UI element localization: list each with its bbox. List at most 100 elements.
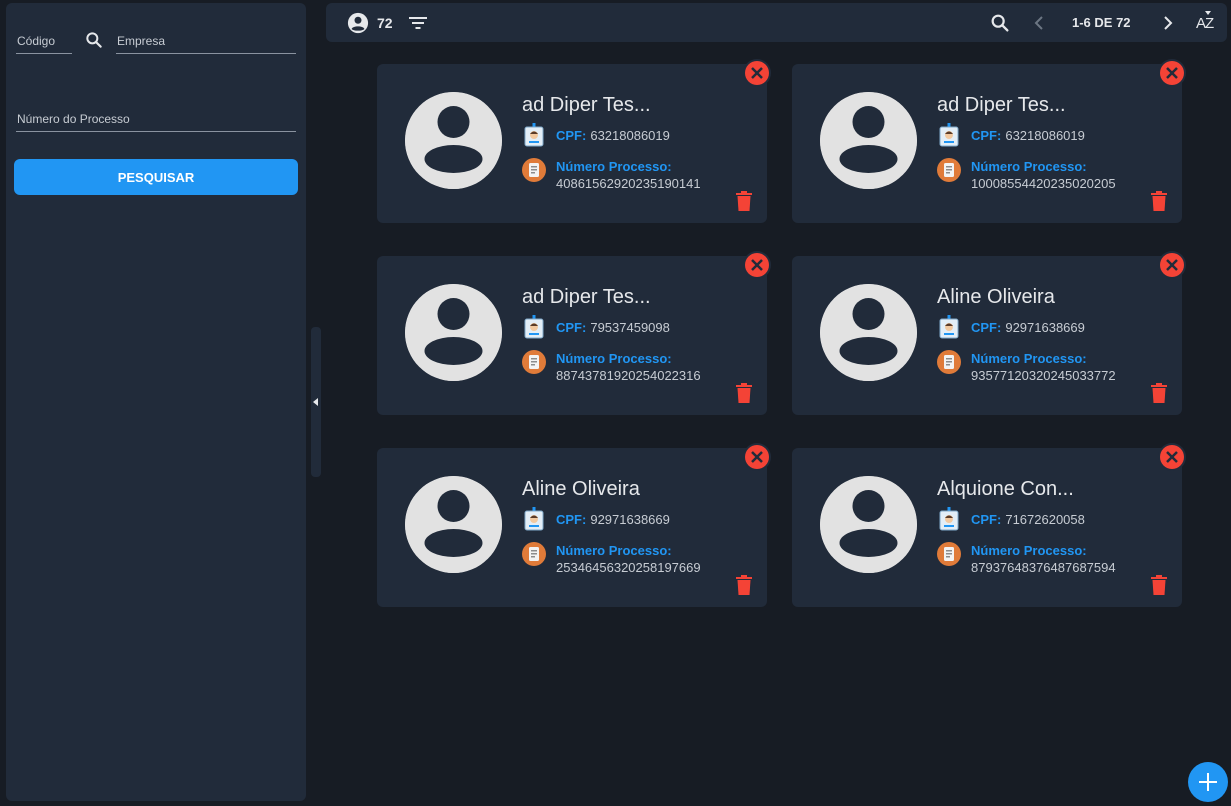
processo-value: 87937648376487687594 — [971, 560, 1116, 575]
cpf-label: CPF: — [971, 128, 1002, 143]
sort-az-button[interactable]: AZ — [1196, 11, 1220, 35]
filter-icon[interactable] — [408, 14, 428, 32]
processo-row: Número Processo: 25346456320258197669 — [522, 542, 701, 576]
empresa-underline — [116, 53, 296, 54]
chevron-left-icon[interactable] — [1032, 14, 1048, 32]
cpf-value: 92971638669 — [590, 512, 670, 527]
empresa-label: Empresa — [117, 34, 166, 48]
close-circle-icon — [745, 61, 769, 85]
search-icon[interactable] — [84, 30, 104, 50]
close-circle-icon — [1160, 445, 1184, 469]
person-name: ad Diper Tes... — [937, 94, 1066, 116]
processo-label: Número Processo: — [971, 159, 1087, 174]
cpf-row: CPF: 63218086019 — [522, 123, 670, 147]
processo-value: 93577120320245033772 — [971, 368, 1116, 383]
cpf-row: CPF: 92971638669 — [522, 507, 670, 531]
remove-card-button[interactable] — [743, 59, 771, 87]
id-badge-icon — [939, 123, 959, 147]
processo-row: Número Processo: 88743781920254022316 — [522, 350, 701, 384]
process-document-icon — [937, 158, 961, 182]
person-card[interactable]: Aline Oliveira CPF: 92971638669 Número Pr… — [377, 443, 771, 607]
sort-az-icon: AZ — [1196, 15, 1214, 32]
avatar — [405, 284, 502, 381]
close-circle-icon — [745, 445, 769, 469]
person-card[interactable]: Aline Oliveira CPF: 92971638669 Número Pr… — [792, 251, 1186, 415]
pagination-text: 1-6 DE 72 — [1072, 15, 1131, 30]
processo-row: Número Processo: 93577120320245033772 — [937, 350, 1116, 384]
person-name: Alquione Con... — [937, 478, 1074, 500]
cpf-row: CPF: 63218086019 — [937, 123, 1085, 147]
person-name: ad Diper Tes... — [522, 286, 651, 308]
processo-row: Número Processo: 87937648376487687594 — [937, 542, 1116, 576]
numero-processo-underline — [16, 131, 296, 132]
person-name: ad Diper Tes... — [522, 94, 651, 116]
person-card[interactable]: ad Diper Tes... CPF: 79537459098 Número P… — [377, 251, 771, 415]
cpf-value: 79537459098 — [590, 320, 670, 335]
person-placeholder-icon — [820, 284, 917, 381]
id-badge-icon — [524, 507, 544, 531]
codigo-underline — [16, 53, 72, 54]
codigo-label: Código — [17, 34, 56, 48]
remove-card-button[interactable] — [743, 443, 771, 471]
person-placeholder-icon — [405, 476, 502, 573]
person-name: Aline Oliveira — [522, 478, 640, 500]
cpf-label: CPF: — [556, 128, 587, 143]
processo-value: 40861562920235190141 — [556, 176, 701, 191]
id-badge-icon — [524, 123, 544, 147]
cpf-row: CPF: 71672620058 — [937, 507, 1085, 531]
cpf-value: 92971638669 — [1005, 320, 1085, 335]
trash-icon[interactable] — [735, 191, 753, 211]
user-count: 72 — [377, 15, 393, 31]
person-card[interactable]: ad Diper Tes... CPF: 63218086019 Número P… — [792, 59, 1186, 223]
processo-value: 10008554420235020205 — [971, 176, 1116, 191]
avatar — [405, 476, 502, 573]
avatar — [405, 92, 502, 189]
trash-icon[interactable] — [1150, 383, 1168, 403]
process-document-icon — [522, 158, 546, 182]
chevron-right-icon[interactable] — [1160, 14, 1176, 32]
person-placeholder-icon — [820, 92, 917, 189]
plus-icon — [1199, 773, 1217, 791]
trash-icon[interactable] — [735, 575, 753, 595]
pesquisar-button[interactable]: PESQUISAR — [14, 159, 298, 195]
account-circle-icon — [347, 12, 369, 34]
add-button[interactable] — [1188, 762, 1228, 802]
collapse-arrow-icon — [313, 398, 318, 406]
toolbar: 72 1-6 DE 72 AZ — [326, 3, 1227, 42]
avatar — [820, 284, 917, 381]
cpf-label: CPF: — [971, 320, 1002, 335]
avatar — [820, 476, 917, 573]
processo-row: Número Processo: 40861562920235190141 — [522, 158, 701, 192]
person-card[interactable]: ad Diper Tes... CPF: 63218086019 Número P… — [377, 59, 771, 223]
person-name: Aline Oliveira — [937, 286, 1055, 308]
sidebar-collapse-handle[interactable] — [311, 327, 321, 477]
trash-icon[interactable] — [1150, 575, 1168, 595]
person-placeholder-icon — [820, 476, 917, 573]
processo-label: Número Processo: — [556, 351, 672, 366]
remove-card-button[interactable] — [1158, 251, 1186, 279]
remove-card-button[interactable] — [1158, 59, 1186, 87]
cpf-value: 71672620058 — [1005, 512, 1085, 527]
avatar — [820, 92, 917, 189]
processo-value: 25346456320258197669 — [556, 560, 701, 575]
person-placeholder-icon — [405, 284, 502, 381]
trash-icon[interactable] — [735, 383, 753, 403]
close-circle-icon — [1160, 61, 1184, 85]
id-badge-icon — [939, 507, 959, 531]
cpf-value: 63218086019 — [1005, 128, 1085, 143]
cpf-row: CPF: 92971638669 — [937, 315, 1085, 339]
person-card[interactable]: Alquione Con... CPF: 71672620058 Número P… — [792, 443, 1186, 607]
user-count-badge: 72 — [347, 12, 393, 34]
search-icon[interactable] — [989, 12, 1011, 34]
cpf-row: CPF: 79537459098 — [522, 315, 670, 339]
remove-card-button[interactable] — [743, 251, 771, 279]
trash-icon[interactable] — [1150, 191, 1168, 211]
processo-value: 88743781920254022316 — [556, 368, 701, 383]
processo-row: Número Processo: 10008554420235020205 — [937, 158, 1116, 192]
remove-card-button[interactable] — [1158, 443, 1186, 471]
cpf-label: CPF: — [556, 512, 587, 527]
process-document-icon — [937, 350, 961, 374]
process-document-icon — [522, 542, 546, 566]
processo-label: Número Processo: — [556, 543, 672, 558]
processo-label: Número Processo: — [556, 159, 672, 174]
